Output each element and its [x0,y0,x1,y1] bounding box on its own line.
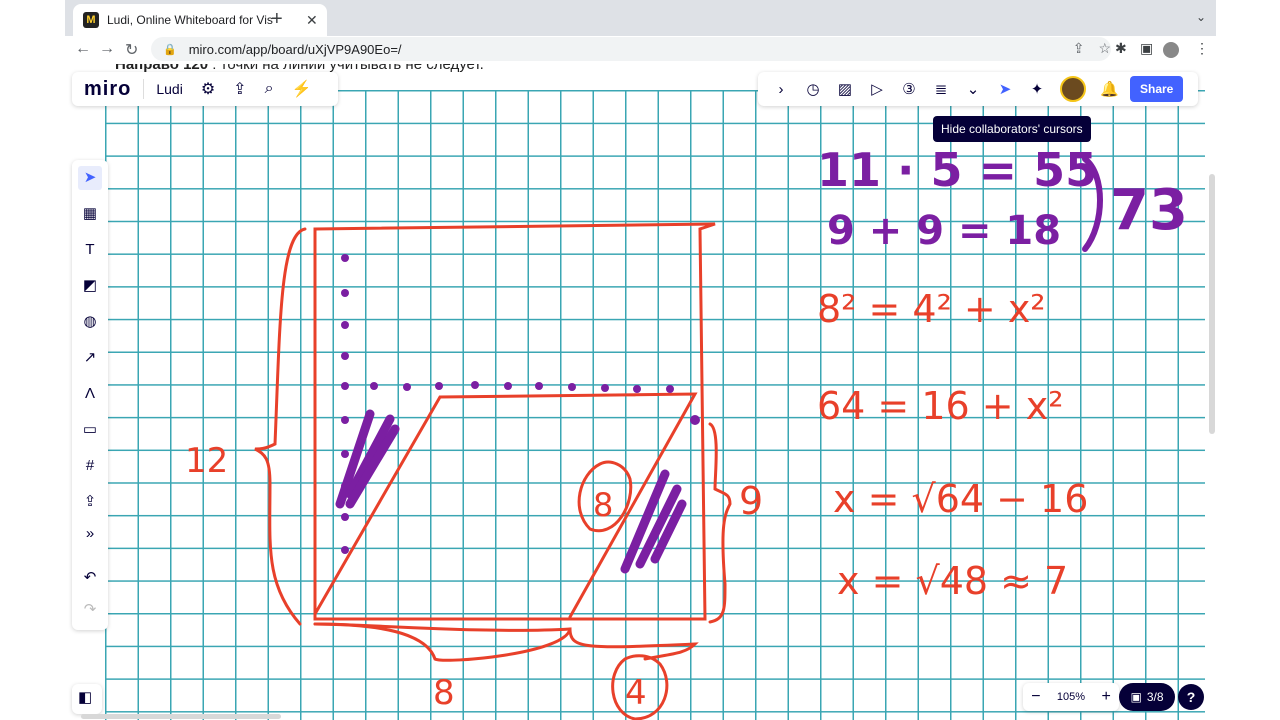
label-9: 9 [739,479,763,523]
address-bar[interactable]: 🔒 miro.com/app/board/uXjVP9A90Eo=/ ⇪ ☆ [151,37,1111,61]
miro-favicon-icon: M [83,12,99,28]
countdown-icon[interactable]: ③ [900,80,918,98]
more-tools-icon[interactable]: » [78,522,102,546]
label-8-circled: 8 [593,486,613,524]
collaboration-toolbar: › ◷ ▨ ▷ ③ ≣ ⌄ ➤ ✦ 🔔 Share [758,72,1198,106]
header-divider [143,79,145,99]
left-toolbar: ➤ ▦ T ◩ ◍ ↗ Ʌ ▭ # ⇪ » ↶ ↷ [72,160,108,630]
sidepanel-icon[interactable]: ▣ [1140,40,1153,57]
browser-window: M Ludi, Online Whiteboard for Vis ✕ + ⌄ … [65,0,1216,720]
frames-counter-button[interactable]: ▣ 3/8 [1119,683,1175,711]
comment-icon[interactable]: ▭ [78,418,102,442]
apps-plug-icon[interactable]: ⚡ [292,79,312,99]
expand-chevron-icon[interactable]: › [772,81,790,98]
red-right-brace [708,422,732,624]
help-button[interactable]: ? [1178,684,1204,710]
timer-icon[interactable]: ◷ [804,80,822,98]
letterbox-right [1216,0,1280,720]
browser-menu-icon[interactable]: ⋮ [1195,40,1209,57]
zoom-level[interactable]: 105% [1057,691,1085,703]
new-tab-icon[interactable]: + [271,8,283,31]
tab-search-icon[interactable]: ⌄ [1196,10,1206,24]
board-header-panel: miro Ludi ⚙ ⇪ ⌕ ⚡ [72,72,338,106]
extensions-icon[interactable]: ✱ [1115,40,1127,57]
frame-icon[interactable]: # [78,454,102,478]
sticky-note-icon[interactable]: ◩ [78,274,102,298]
upload-tool-icon[interactable]: ⇪ [78,490,102,514]
whiteboard-canvas[interactable]: Направо 120 : точки на линии учитывать н… [65,64,1216,720]
pen-icon[interactable]: Ʌ [78,382,102,406]
horizontal-scrollbar[interactable] [81,714,281,719]
label-12: 12 [185,441,228,481]
url-text: miro.com/app/board/uXjVP9A90Eo=/ [188,41,402,57]
equation-2: 9 + 9 = 18 [827,208,1061,254]
notifications-bell-icon[interactable]: 🔔 [1100,80,1119,98]
profile-avatar[interactable] [1163,42,1179,58]
letterbox-left [0,0,65,720]
select-cursor-icon[interactable]: ➤ [78,166,102,190]
sidebar-panel-icon: ◧ [78,689,93,706]
search-icon[interactable]: ⌕ [265,80,274,98]
frames-gift-icon: ▣ [1130,690,1142,704]
equation-6: x = √48 ≈ 7 [837,559,1068,603]
bookmark-star-icon[interactable]: ☆ [1098,40,1111,57]
notes-icon[interactable]: ≣ [932,80,950,98]
red-inner-parallelogram [313,392,698,619]
browser-tab[interactable]: M Ludi, Online Whiteboard for Vis ✕ [73,4,327,36]
hide-cursors-icon[interactable]: ➤ [996,80,1014,98]
back-icon[interactable]: ← [75,40,91,58]
equation-4: 64 = 16 + x² [817,384,1063,428]
ink-drawing: 12 9 8 8 4 11 · 5 = 55 9 + 9 = 18 73 8² … [185,143,1188,720]
lock-icon: 🔒 [163,43,177,56]
equation-1: 11 · 5 = 55 [817,143,1097,197]
zoom-in-button[interactable]: + [1101,688,1110,706]
templates-icon[interactable]: ▦ [78,202,102,226]
tab-close-icon[interactable]: ✕ [306,12,318,29]
text-tool-icon[interactable]: T [78,238,102,262]
zoom-controls: − 105% + [1023,683,1119,711]
upload-icon[interactable]: ⇪ [233,79,246,99]
redo-icon[interactable]: ↷ [78,598,102,622]
frames-count: 3/8 [1146,690,1164,704]
board-name[interactable]: Ludi [156,81,182,97]
reload-icon[interactable]: ↻ [125,40,138,60]
red-left-brace [254,227,307,626]
panel-toggle[interactable]: ◧ [72,684,102,714]
equation-5: x = √64 − 16 [833,477,1088,521]
label-8-bottom: 8 [433,673,455,713]
forward-icon[interactable]: → [99,40,115,58]
label-4: 4 [625,673,647,713]
miro-logo: miro [84,77,132,100]
share-page-icon[interactable]: ⇪ [1073,40,1085,57]
more-chevrons-icon[interactable]: ⌄ [964,80,982,98]
tooltip-hide-cursors: Hide collaborators' cursors [933,116,1091,142]
connection-line-icon[interactable]: ↗ [78,346,102,370]
user-avatar[interactable] [1060,76,1086,102]
undo-icon[interactable]: ↶ [78,566,102,590]
equation-sum: 73 [1110,178,1188,243]
card-icon[interactable]: ▨ [836,80,854,98]
shapes-icon[interactable]: ◍ [78,310,102,334]
tab-strip: M Ludi, Online Whiteboard for Vis ✕ + ⌄ [65,0,1216,36]
equation-3: 8² = 4² + x² [817,287,1046,331]
celebrate-icon[interactable]: ✦ [1028,80,1046,98]
present-icon[interactable]: ▷ [868,80,886,98]
vertical-scrollbar[interactable] [1209,174,1215,434]
settings-gear-icon[interactable]: ⚙ [201,79,215,99]
zoom-out-button[interactable]: − [1031,688,1040,706]
browser-toolbar: ← → ↻ 🔒 miro.com/app/board/uXjVP9A90Eo=/… [65,36,1216,65]
share-button[interactable]: Share [1130,76,1184,102]
